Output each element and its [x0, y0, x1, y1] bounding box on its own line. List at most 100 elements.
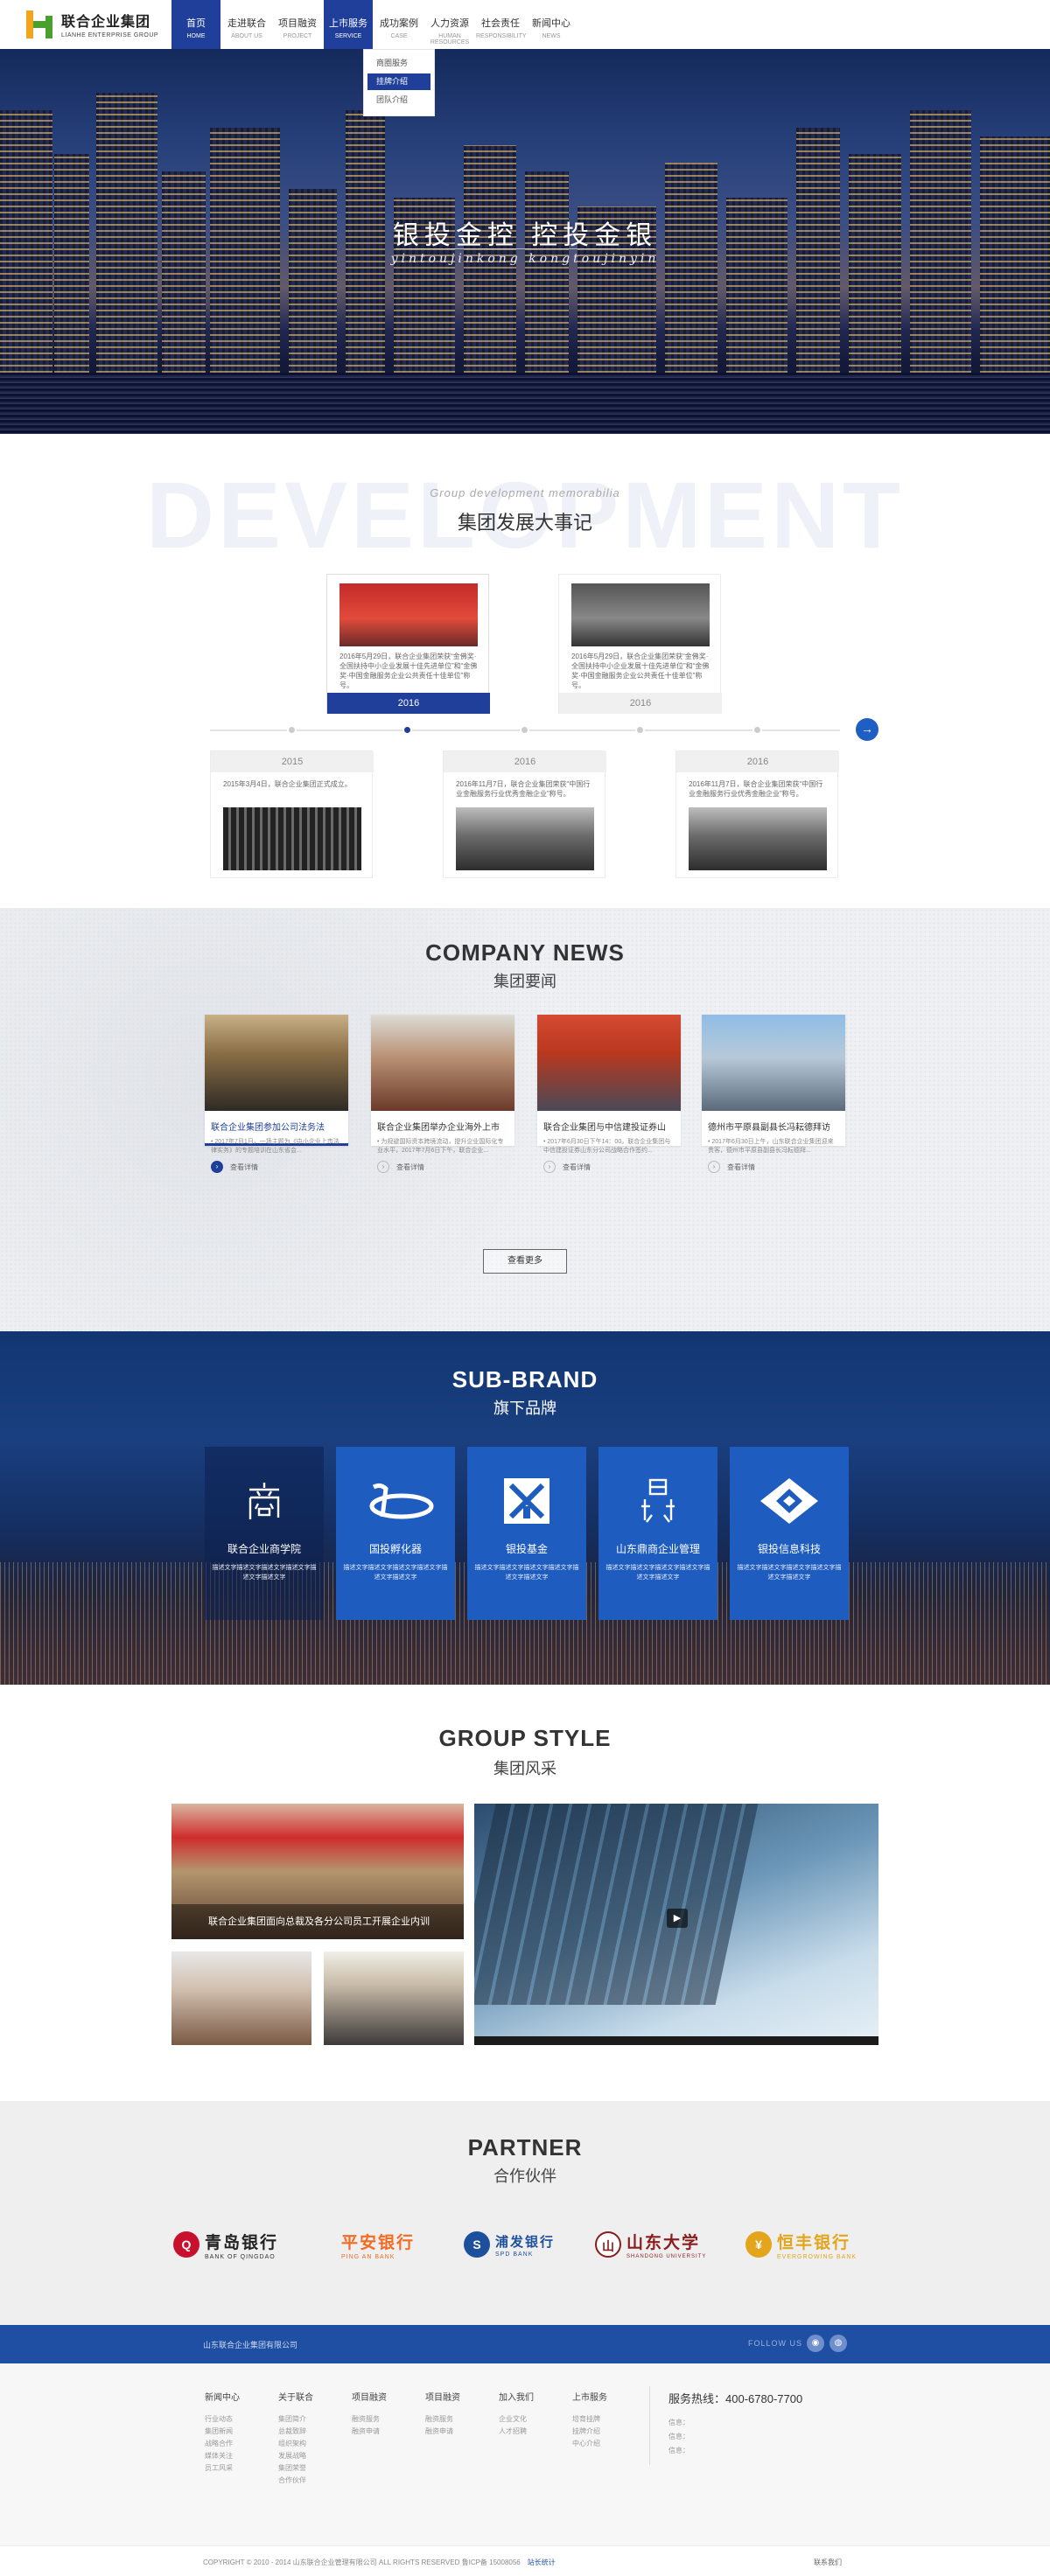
- footer-link[interactable]: 挂牌介绍: [572, 2426, 607, 2438]
- footer-link[interactable]: 中心介绍: [572, 2438, 607, 2450]
- footer-link[interactable]: 战略合作: [205, 2438, 240, 2450]
- partner-en: SHANDONG UNIVERSITY: [626, 2254, 707, 2259]
- footer-link[interactable]: 企业文化: [499, 2413, 534, 2426]
- news-title[interactable]: 联合企业集团与中信建投证券山: [537, 1111, 681, 1133]
- footer-link[interactable]: 融资服务: [425, 2413, 460, 2426]
- news-card[interactable]: 德州市平原县副县长冯耘德拜访 • 2017年6月30日上午，山东联合企业集团迎来…: [702, 1015, 845, 1173]
- footer-link[interactable]: 集团简介: [278, 2413, 313, 2426]
- news-title[interactable]: 联合企业集团参加公司法务法: [205, 1111, 348, 1133]
- footer-column-head[interactable]: 关于联合: [278, 2390, 313, 2403]
- footer-info: 信息：: [668, 2433, 690, 2440]
- footer-link[interactable]: 人才招聘: [499, 2426, 534, 2438]
- timeline-event[interactable]: 2016年5月29日，联合企业集团荣获“金佛奖·全国扶持中小企业发展十佳先进单位…: [558, 574, 722, 714]
- timeline-dot[interactable]: [752, 725, 762, 735]
- style-video[interactable]: ▶: [474, 1804, 878, 2045]
- logo[interactable]: 联合企业集团 LIANHE ENTERPRISE GROUP: [26, 10, 158, 38]
- footer-link[interactable]: 总裁致辞: [278, 2426, 313, 2438]
- nav-hr[interactable]: 人力资源 HUMAN RESOURCES: [425, 0, 474, 49]
- footer-link[interactable]: 组织架构: [278, 2438, 313, 2450]
- footer-link[interactable]: 行业动态: [205, 2413, 240, 2426]
- partner-logo-hengfeng[interactable]: ¥ 恒丰银行 EVERGROWING BANK: [746, 2227, 857, 2262]
- footer-link[interactable]: 员工风采: [205, 2462, 240, 2475]
- style-photo-main[interactable]: 联合企业集团面向总裁及各分公司员工开展企业内训: [172, 1804, 464, 1939]
- nav-sublabel: HOME: [186, 33, 206, 39]
- news-more-link[interactable]: › 查看详情: [702, 1159, 845, 1175]
- news-card[interactable]: 联合企业集团参加公司法务法 • 2017年7月1日，一场主题为《中小企业上市法律…: [205, 1015, 348, 1173]
- partner-logo-pingan[interactable]: 平安银行 PING AN BANK: [341, 2227, 415, 2262]
- brand-card[interactable]: 山东鼎商企业管理 描述文字描述文字描述文字描述文字描述文字描述文字: [598, 1447, 718, 1620]
- footer-column-head[interactable]: 项目融资: [352, 2390, 387, 2403]
- wechat-icon[interactable]: ◍: [830, 2335, 847, 2352]
- nav-sublabel: RESPONSIBILITY: [476, 33, 527, 39]
- brand-name: 银投信息科技: [757, 1543, 821, 1555]
- brand-card[interactable]: 银投信息科技 描述文字描述文字描述文字描述文字描述文字描述文字: [730, 1447, 849, 1620]
- video-control-bar[interactable]: [474, 2036, 878, 2045]
- nav-responsibility[interactable]: 社会责任 RESPONSIBILITY: [476, 0, 527, 49]
- contact-link[interactable]: 联系我们: [814, 2558, 842, 2567]
- brand-name: 国投孵化器: [368, 1543, 422, 1555]
- partner-logo-spd[interactable]: S 浦发银行 SPD BANK: [464, 2227, 555, 2262]
- dropdown-item[interactable]: 商圈服务: [368, 55, 430, 72]
- footer-column-head[interactable]: 项目融资: [425, 2390, 460, 2403]
- nav-label: 走进联合: [228, 18, 266, 29]
- timeline-dot-active[interactable]: [402, 725, 412, 735]
- brand-card[interactable]: 联合企业商学院 描述文字描述文字描述文字描述文字描述文字描述文字: [205, 1447, 324, 1620]
- timeline-event[interactable]: 2016 2016年11月7日，联合企业集团荣获“中国行业金融服务行业优秀金融企…: [443, 750, 606, 878]
- footer-link[interactable]: 集团荣誉: [278, 2462, 313, 2475]
- footer-column-head[interactable]: 新闻中心: [205, 2390, 240, 2403]
- weibo-icon[interactable]: ◉: [807, 2335, 824, 2352]
- dropdown-item-selected[interactable]: 挂牌介绍: [368, 73, 430, 90]
- timeline-event[interactable]: 2016年5月29日，联合企业集团荣获“金佛奖·全国扶持中小企业发展十佳先进单位…: [326, 574, 490, 714]
- brand-card[interactable]: 银投基金 描述文字描述文字描述文字描述文字描述文字描述文字: [467, 1447, 586, 1620]
- news-photo: [702, 1015, 845, 1111]
- timeline-dot[interactable]: [520, 725, 529, 735]
- footer-link[interactable]: 培育挂牌: [572, 2413, 607, 2426]
- news-more-link[interactable]: › 查看详情: [205, 1159, 348, 1175]
- footer-column: 加入我们 企业文化 人才招聘: [499, 2390, 534, 2438]
- news-card[interactable]: 联合企业集团举办企业海外上市 • 为规避国际资本跨境流动，提升企业国际化专业水平…: [371, 1015, 514, 1173]
- play-icon[interactable]: ▶: [667, 1909, 688, 1928]
- nav-project[interactable]: 项目融资 PROJECT: [273, 0, 322, 49]
- footer-link[interactable]: 媒体关注: [205, 2450, 240, 2462]
- dropdown-item[interactable]: 团队介绍: [368, 92, 430, 108]
- footer-link[interactable]: 合作伙伴: [278, 2475, 313, 2487]
- news-title[interactable]: 德州市平原县副县长冯耘德拜访: [702, 1111, 845, 1133]
- footer-link[interactable]: 融资服务: [352, 2413, 387, 2426]
- footer-link[interactable]: 融资申请: [425, 2426, 460, 2438]
- view-more-button[interactable]: 查看更多: [483, 1249, 567, 1274]
- footer-info: 信息：: [668, 2419, 690, 2426]
- timeline-dot[interactable]: [635, 725, 645, 735]
- service-dropdown: 商圈服务 挂牌介绍 团队介绍: [363, 49, 435, 116]
- event-text: 2016年5月29日，联合企业集团荣获“金佛奖·全国扶持中小企业发展十佳先进单位…: [571, 653, 710, 689]
- news-more-link[interactable]: › 查看详情: [537, 1159, 681, 1175]
- nav-news[interactable]: 新闻中心 NEWS: [527, 0, 576, 49]
- brand-desc: 描述文字描述文字描述文字描述文字描述文字描述文字: [606, 1565, 710, 1581]
- nav-sublabel: ABOUT US: [231, 33, 262, 39]
- news-card[interactable]: 联合企业集团与中信建投证券山 • 2017年6月30日下午14：00，联合企业集…: [537, 1015, 681, 1173]
- timeline-dot[interactable]: [287, 725, 297, 735]
- footer-column-head[interactable]: 加入我们: [499, 2390, 534, 2403]
- news-title[interactable]: 联合企业集团举办企业海外上市: [371, 1111, 514, 1133]
- timeline-event[interactable]: 2016 2016年11月7日，联合企业集团荣获“中国行业金融服务行业优秀金融企…: [676, 750, 839, 878]
- news-more-link[interactable]: › 查看详情: [371, 1159, 514, 1175]
- nav-case[interactable]: 成功案例 CASE: [374, 0, 424, 49]
- style-photo[interactable]: [324, 1951, 464, 2045]
- nav-sublabel: NEWS: [542, 33, 561, 39]
- nav-home[interactable]: 首页 HOME: [172, 0, 220, 49]
- footer-link[interactable]: 发展战略: [278, 2450, 313, 2462]
- nav-about[interactable]: 走进联合 ABOUT US: [222, 0, 271, 49]
- footer-column-head[interactable]: 上市服务: [572, 2390, 607, 2403]
- timeline-event[interactable]: 2015 2015年3月4日，联合企业集团正式成立。: [210, 750, 374, 878]
- footer-link[interactable]: 集团新闻: [205, 2426, 240, 2438]
- stats-link[interactable]: 站长统计: [528, 2559, 556, 2566]
- style-photo[interactable]: [172, 1951, 312, 2045]
- news-more-label: 查看详情: [727, 1162, 755, 1171]
- footer-link[interactable]: 融资申请: [352, 2426, 387, 2438]
- event-text: 2016年11月7日，联合企业集团荣获“中国行业金融服务行业优秀金融企业”称号。: [689, 780, 823, 798]
- footer-info: 信息：: [668, 2447, 690, 2454]
- partner-logo-qingdao[interactable]: Q 青岛银行 BANK OF QINGDAO: [173, 2227, 278, 2262]
- nav-service[interactable]: 上市服务 SERVICE: [324, 0, 373, 49]
- timeline-next-arrow-icon[interactable]: →: [856, 718, 878, 741]
- brand-card[interactable]: 国投孵化器 描述文字描述文字描述文字描述文字描述文字描述文字: [336, 1447, 455, 1620]
- partner-logo-sdu[interactable]: 山 山东大学 SHANDONG UNIVERSITY: [595, 2227, 706, 2262]
